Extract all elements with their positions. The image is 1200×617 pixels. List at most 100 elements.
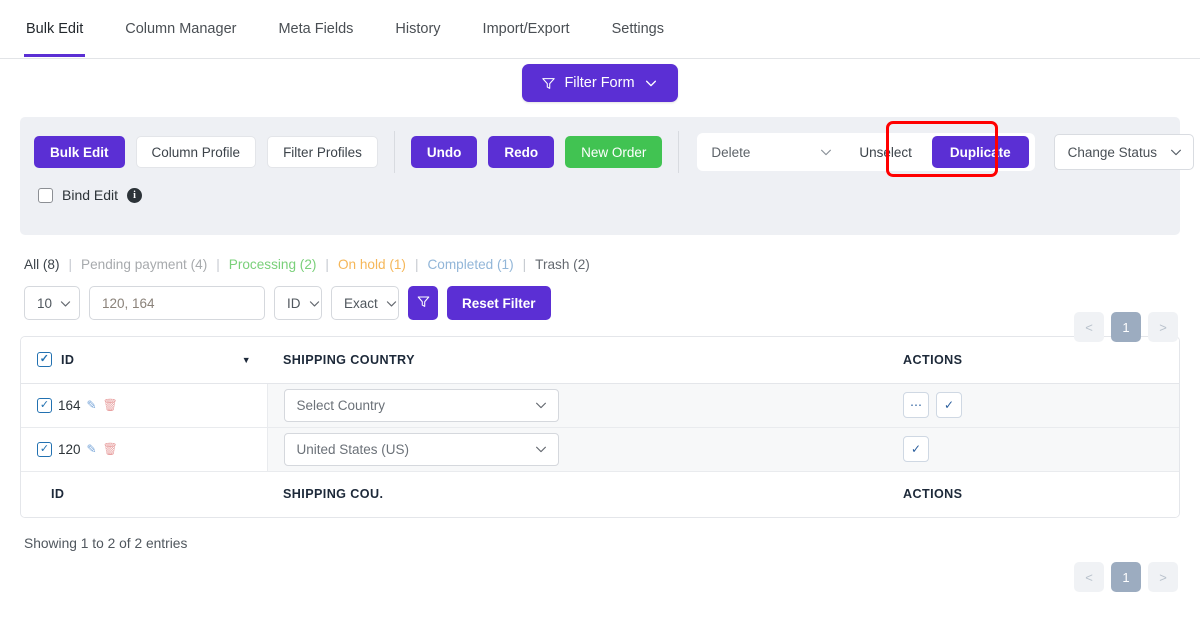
pagination-next[interactable]: > <box>1148 562 1178 592</box>
reset-filter-button[interactable]: Reset Filter <box>447 286 551 320</box>
chevron-down-icon <box>819 145 833 159</box>
info-icon[interactable]: i <box>127 187 143 203</box>
table-filter-row: 10 120, 164 ID Exact Reset Filter <box>24 286 1200 320</box>
pagination-prev[interactable]: < <box>1074 312 1104 342</box>
filter-form-button[interactable]: Filter Form <box>522 64 678 102</box>
redo-button[interactable]: Redo <box>488 136 555 168</box>
duplicate-button[interactable]: Duplicate <box>931 136 1029 168</box>
sort-descending-icon[interactable]: ▼ <box>242 355 251 365</box>
orders-table: ✓ ID ▼ SHIPPING COUNTRY ACTIONS ✓ 164 ✎︎ <box>21 337 1179 517</box>
undo-button[interactable]: Undo <box>410 136 478 168</box>
table-header-row: ✓ ID ▼ SHIPPING COUNTRY ACTIONS <box>21 337 1179 384</box>
th-shipping-country[interactable]: SHIPPING COUNTRY <box>267 337 887 384</box>
chevron-down-icon <box>59 297 72 310</box>
filter-form-bar: Filter Form <box>0 59 1200 103</box>
funnel-icon <box>542 77 556 90</box>
orders-table-container: ✓ ID ▼ SHIPPING COUNTRY ACTIONS ✓ 164 ✎︎ <box>20 336 1180 518</box>
tf-id: ID <box>21 470 267 517</box>
chevron-down-icon <box>534 398 548 412</box>
toolbar-group-profiles: Bulk Edit Column Profile Filter Profiles <box>34 131 395 173</box>
trash-icon[interactable]: 🗑︎ <box>103 398 118 412</box>
shipping-country-value: Select Country <box>296 397 386 413</box>
search-field-select[interactable]: ID <box>274 286 322 320</box>
toolbar-button-row: Bulk Edit Column Profile Filter Profiles… <box>34 131 1194 173</box>
table-body: ✓ 164 ✎︎ 🗑︎ Select Country ⋯ ✓ ✓ 120 ✎︎ … <box>21 383 1179 472</box>
chevron-down-icon <box>1169 145 1183 159</box>
status-link-on-hold[interactable]: On hold (1) <box>338 257 406 272</box>
table-footer-row: ID SHIPPING COU. ACTIONS <box>21 470 1179 517</box>
status-separator: | <box>216 257 220 272</box>
bind-edit-row: Bind Edit i <box>34 187 1166 203</box>
pagination-page-1[interactable]: 1 <box>1111 562 1141 592</box>
row-id-cell: ✓ 120 ✎︎ 🗑︎ <box>21 427 268 472</box>
shipping-country-value: United States (US) <box>296 441 410 457</box>
check-icon[interactable]: ✓ <box>936 392 962 418</box>
bulk-edit-button[interactable]: Bulk Edit <box>34 136 125 168</box>
chevron-down-icon <box>644 76 658 90</box>
th-actions: ACTIONS <box>887 337 1179 384</box>
tf-shipping-country: SHIPPING COU. <box>267 470 887 517</box>
row-id-value: 164 <box>58 397 81 413</box>
apply-filter-button[interactable] <box>408 286 438 320</box>
chevron-down-icon <box>308 297 321 310</box>
pagination-page-1[interactable]: 1 <box>1111 312 1141 342</box>
status-link-pending-payment[interactable]: Pending payment (4) <box>81 257 207 272</box>
tab-meta-fields[interactable]: Meta Fields <box>276 3 355 56</box>
match-type-value: Exact <box>344 295 378 311</box>
row-country-cell: United States (US) <box>267 427 887 472</box>
table-row: ✓ 120 ✎︎ 🗑︎ United States (US) ✓ <box>21 427 1179 472</box>
pagination-next[interactable]: > <box>1148 312 1178 342</box>
status-link-processing[interactable]: Processing (2) <box>229 257 317 272</box>
status-separator: | <box>414 257 419 272</box>
tab-bulk-edit[interactable]: Bulk Edit <box>24 3 86 57</box>
match-type-select[interactable]: Exact <box>331 286 399 320</box>
chevron-down-icon <box>534 442 548 456</box>
status-filter-links: All (8) | Pending payment (4) | Processi… <box>24 257 1200 272</box>
row-actions-cell: ⋯ ✓ <box>887 383 1179 428</box>
filter-profiles-button[interactable]: Filter Profiles <box>267 136 378 168</box>
search-input[interactable]: 120, 164 <box>89 286 265 320</box>
edit-icon[interactable]: ✎︎ <box>87 442 97 456</box>
delete-select[interactable]: Delete <box>697 134 845 170</box>
select-all-checkbox[interactable]: ✓ <box>37 352 52 368</box>
selection-actions-group: Delete Unselect Duplicate <box>697 133 1035 171</box>
shipping-country-select[interactable]: Select Country <box>283 388 559 422</box>
toolbar-group-selection: Delete Unselect Duplicate Change Status <box>679 131 1200 173</box>
th-id-label: ID <box>61 352 75 367</box>
ellipsis-icon[interactable]: ⋯ <box>903 392 929 418</box>
status-link-trash[interactable]: Trash (2) <box>535 257 590 272</box>
status-separator: | <box>325 257 329 272</box>
status-link-all[interactable]: All (8) <box>24 257 60 272</box>
column-profile-button[interactable]: Column Profile <box>135 136 257 168</box>
tab-history[interactable]: History <box>393 3 442 56</box>
shipping-country-select[interactable]: United States (US) <box>283 432 559 466</box>
per-page-select[interactable]: 10 <box>24 286 80 320</box>
tab-column-manager[interactable]: Column Manager <box>123 3 238 56</box>
table-foot: ID SHIPPING COU. ACTIONS <box>21 470 1179 517</box>
search-input-value: 120, 164 <box>102 295 155 311</box>
check-icon[interactable]: ✓ <box>903 436 929 462</box>
tf-actions: ACTIONS <box>887 470 1179 517</box>
pagination-prev[interactable]: < <box>1074 562 1104 592</box>
row-id-value: 120 <box>58 441 81 457</box>
edit-icon[interactable]: ✎︎ <box>87 398 97 412</box>
filter-form-label: Filter Form <box>564 75 635 91</box>
change-status-select[interactable]: Change Status <box>1053 134 1194 170</box>
tab-import-export[interactable]: Import/Export <box>481 3 572 56</box>
per-page-value: 10 <box>37 295 53 311</box>
unselect-button[interactable]: Unselect <box>845 134 926 170</box>
new-order-button[interactable]: New Order <box>565 136 663 168</box>
toolbar-group-history: Undo Redo New Order <box>395 131 680 173</box>
row-select-checkbox[interactable]: ✓ <box>37 397 52 413</box>
status-link-completed[interactable]: Completed (1) <box>427 257 513 272</box>
th-id[interactable]: ✓ ID ▼ <box>21 337 267 384</box>
chevron-down-icon <box>385 297 398 310</box>
showing-entries-text: Showing 1 to 2 of 2 entries <box>24 536 188 551</box>
pagination-bottom: < 1 > <box>1074 562 1178 592</box>
bind-edit-checkbox[interactable] <box>38 187 53 203</box>
tab-settings[interactable]: Settings <box>610 3 666 56</box>
delete-select-label: Delete <box>711 144 751 160</box>
row-select-checkbox[interactable]: ✓ <box>37 441 52 457</box>
change-status-label: Change Status <box>1067 144 1157 160</box>
trash-icon[interactable]: 🗑︎ <box>103 442 118 456</box>
